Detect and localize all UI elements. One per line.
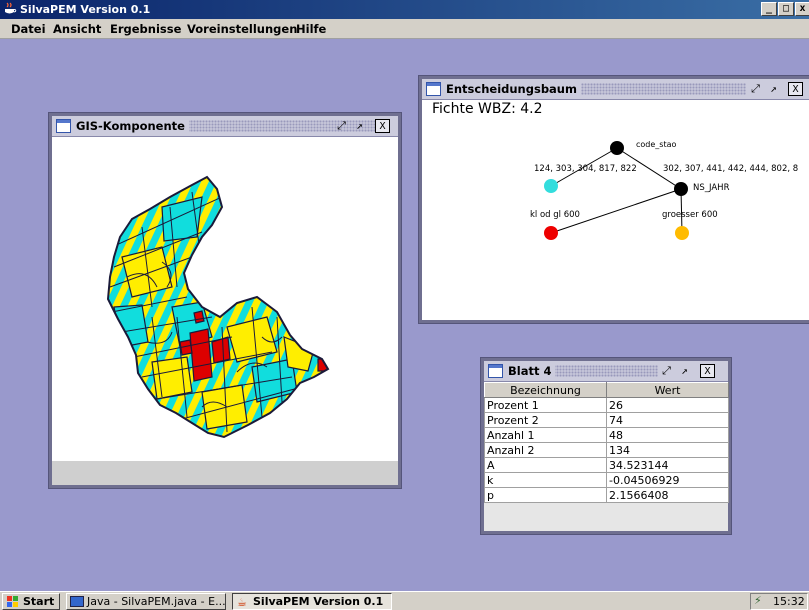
name-cell[interactable]: Anzahl 1 — [484, 427, 607, 443]
system-tray: ⚡ 15:32 — [750, 593, 808, 610]
name-cell[interactable]: Anzahl 2 — [484, 442, 607, 458]
table-row[interactable]: Prozent 2 74 — [484, 412, 729, 428]
name-cell[interactable]: Prozent 2 — [484, 412, 607, 428]
tree-title-bar[interactable]: Entscheidungsbaum ⤢ ↗ X — [422, 79, 809, 100]
name-cell[interactable]: Prozent 1 — [484, 397, 607, 413]
blatt-title-bar[interactable]: Blatt 4 ⤢ ↗ X — [484, 361, 728, 382]
gis-canvas[interactable] — [52, 137, 398, 485]
tree-node-inner[interactable] — [674, 182, 688, 196]
table-row[interactable]: A 34.523144 — [484, 457, 729, 473]
gis-window[interactable]: GIS-Komponente ⤢ ↗ X — [49, 113, 401, 488]
task-label: Java - SilvaPEM.java - E... — [87, 595, 226, 608]
results-table[interactable]: Bezeichnung Wert Prozent 1 26 Prozent 2 74 A… — [484, 382, 729, 503]
table-row[interactable]: Prozent 1 26 — [484, 397, 729, 413]
task-label: SilvaPEM Version 0.1 — [253, 595, 384, 608]
start-label: Start — [23, 595, 55, 608]
value-cell[interactable]: 26 — [606, 397, 729, 413]
table-row[interactable]: p 2.1566408 — [484, 487, 729, 503]
menu-datei[interactable]: Datei — [11, 22, 46, 36]
leaf-label-right: groesser 600 — [662, 210, 718, 220]
blatt-title: Blatt 4 — [508, 364, 556, 378]
close-button[interactable]: x — [795, 2, 809, 16]
frame-window-icon — [56, 119, 71, 133]
column-header-bezeichnung[interactable]: Bezeichnung — [484, 382, 607, 398]
app-title-bar[interactable]: SilvaPEM Version 0.1 _ □ x — [0, 0, 809, 19]
maximize-button[interactable]: □ — [778, 2, 794, 16]
value-cell[interactable]: -0.04506929 — [606, 472, 729, 488]
tree-node-orange[interactable] — [675, 226, 689, 240]
menu-voreinstellungen[interactable]: Voreinstellungen — [187, 22, 297, 36]
menu-bar: Datei Ansicht Ergebnisse Voreinstellunge… — [0, 19, 809, 39]
iconify-button[interactable]: ⤢ — [334, 119, 349, 133]
edge-label-right: 302, 307, 441, 442, 444, 802, 8 — [663, 164, 799, 174]
minimize-button[interactable]: _ — [761, 2, 777, 16]
name-cell[interactable]: A — [484, 457, 607, 473]
app-title: SilvaPEM Version 0.1 — [20, 3, 151, 16]
leaf-label-left: kl od gl 600 — [530, 210, 580, 220]
tree-node-cyan[interactable] — [544, 179, 558, 193]
table-row[interactable]: k -0.04506929 — [484, 472, 729, 488]
start-button[interactable]: Start — [2, 593, 60, 610]
tree-title: Entscheidungsbaum — [446, 82, 581, 96]
maximize-frame-button[interactable]: ↗ — [677, 364, 692, 378]
blatt-window[interactable]: Blatt 4 ⤢ ↗ X Bezeichnung Wert Prozent 1… — [481, 358, 731, 534]
frame-window-icon — [488, 364, 503, 378]
node-label-root: code_stao — [636, 140, 677, 149]
node-label-inner: NS_JAHR — [693, 183, 730, 193]
close-frame-button[interactable]: X — [700, 364, 715, 378]
value-cell[interactable]: 134 — [606, 442, 729, 458]
name-cell[interactable]: k — [484, 472, 607, 488]
tree-canvas: Fichte WBZ: 4.2 code_stao 124, 303, 304,… — [422, 100, 809, 320]
gis-status-strip — [52, 461, 398, 485]
menu-ergebnisse[interactable]: Ergebnisse — [110, 22, 181, 36]
blatt-body: Bezeichnung Wert Prozent 1 26 Prozent 2 74 A… — [484, 382, 729, 531]
gis-title: GIS-Komponente — [76, 119, 189, 133]
value-cell[interactable]: 74 — [606, 412, 729, 428]
java-cup-icon: ☕ — [237, 596, 247, 609]
menu-ansicht[interactable]: Ansicht — [53, 22, 101, 36]
edge-label-left: 124, 303, 304, 817, 822 — [534, 164, 637, 174]
column-header-wert[interactable]: Wert — [606, 382, 729, 398]
tree-node-red[interactable] — [544, 226, 558, 240]
menu-hilfe[interactable]: Hilfe — [296, 22, 326, 36]
value-cell[interactable]: 2.1566408 — [606, 487, 729, 503]
maximize-frame-button[interactable]: ↗ — [766, 82, 781, 96]
close-frame-button[interactable]: X — [788, 82, 803, 96]
maximize-frame-button[interactable]: ↗ — [352, 119, 367, 133]
iconify-button[interactable]: ⤢ — [659, 364, 674, 378]
editor-icon — [70, 596, 84, 607]
iconify-button[interactable]: ⤢ — [748, 82, 763, 96]
table-row[interactable]: Anzahl 1 48 — [484, 427, 729, 443]
clock: 15:32 — [773, 595, 805, 608]
forest-map[interactable] — [52, 137, 398, 464]
task-silvapem[interactable]: ☕ SilvaPEM Version 0.1 — [232, 593, 392, 610]
value-cell[interactable]: 34.523144 — [606, 457, 729, 473]
decision-tree-window[interactable]: Entscheidungsbaum ⤢ ↗ X Fichte WBZ: 4.2 … — [419, 76, 809, 323]
value-cell[interactable]: 48 — [606, 427, 729, 443]
java-cup-icon — [5, 2, 17, 14]
table-row[interactable]: Anzahl 2 134 — [484, 442, 729, 458]
tree-node-root[interactable] — [610, 141, 624, 155]
taskbar: Start Java - SilvaPEM.java - E... ☕ Silv… — [0, 591, 809, 610]
close-frame-button[interactable]: X — [375, 119, 390, 133]
name-cell[interactable]: p — [484, 487, 607, 503]
task-java-editor[interactable]: Java - SilvaPEM.java - E... — [66, 593, 226, 610]
windows-logo-icon — [7, 596, 18, 607]
decision-tree-graph — [544, 141, 689, 240]
tray-network-icon[interactable]: ⚡ — [754, 594, 762, 607]
gis-title-bar[interactable]: GIS-Komponente ⤢ ↗ X — [52, 116, 398, 137]
frame-window-icon — [426, 82, 441, 96]
